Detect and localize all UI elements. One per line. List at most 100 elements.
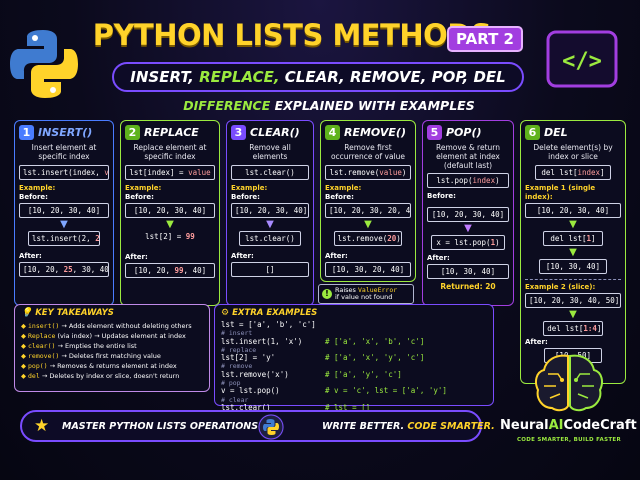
example-label: Example: xyxy=(19,184,56,192)
before-list: [10, 20, 30, 40] xyxy=(231,203,309,218)
takeaways-list: ◆ insert() → Adds element without deletin… xyxy=(21,321,203,381)
operation-box: lst.clear() xyxy=(238,231,302,246)
syntax-box: lst.clear() xyxy=(231,165,309,180)
after-label: After: xyxy=(125,253,148,261)
alert-icon: ! xyxy=(322,289,332,299)
example-label: Example: xyxy=(125,184,162,192)
code-brackets-icon: </> xyxy=(546,30,618,88)
example-label: Example: xyxy=(231,184,268,192)
card-number: 4 xyxy=(325,124,340,140)
operation-box: lst.insert(2, 25) xyxy=(28,231,100,246)
before-label: Before: xyxy=(427,192,456,200)
card-del: 6 DEL Delete element(s) by index or slice… xyxy=(520,120,626,384)
card-pop: 5 POP() Remove & return element at index … xyxy=(422,120,514,306)
ex2-operation-box: del lst[1:4] xyxy=(543,321,603,336)
takeaway-item: ◆ Replace (via index) → Updates element a… xyxy=(21,332,186,340)
after-label: After: xyxy=(231,252,254,260)
arrow-down-icon: ▼ xyxy=(464,223,472,234)
brand-name: NeuralAICodeCraft xyxy=(500,418,637,433)
before-list: [10, 20, 30, 20, 40] xyxy=(325,203,411,218)
code-line: lst = ['a', 'b', 'c'] xyxy=(221,320,316,329)
code-result: # v = 'c', lst = ['a', 'y'] xyxy=(325,386,447,396)
brain-circuit-icon xyxy=(535,354,603,412)
takeaway-item: ◆ pop() → Removes & returns element at in… xyxy=(21,362,177,370)
arrow-down-icon: ▼ xyxy=(569,219,577,230)
before-label: Before: xyxy=(19,193,48,201)
banner-right-text: WRITE BETTER. CODE SMARTER. xyxy=(322,421,495,432)
card-description: Remove first occurrence of value xyxy=(330,143,406,161)
card-description: Replace element at specific index xyxy=(133,143,207,161)
card-description: Delete element(s) by index or slice xyxy=(533,143,613,161)
example-label: Example: xyxy=(325,184,362,192)
card-insert: 1 INSERT() Insert element at specific ind… xyxy=(14,120,114,306)
before-label: Before: xyxy=(325,193,354,201)
ex2-before-list: [10, 20, 30, 40, 50] xyxy=(525,293,621,308)
section-title: EXTRA EXAMPLES xyxy=(232,308,318,318)
card-description: Remove & return element at index (defaul… xyxy=(436,143,500,170)
operation-text: lst[2] = 99 xyxy=(145,232,195,241)
after-label: After: xyxy=(19,252,42,260)
example-2-label: Example 2 (slice): xyxy=(525,283,596,291)
takeaway-item: ◆ clear() → Empties the entire list xyxy=(21,342,137,350)
arrow-down-icon: ▼ xyxy=(166,219,174,230)
python-logo-icon xyxy=(10,30,78,98)
syntax-box: lst.remove(value) xyxy=(325,165,411,180)
after-list: [10, 30, 40] xyxy=(427,264,509,279)
code-result: # ['a', 'y', 'c'] xyxy=(325,369,402,379)
banner-left-text: MASTER PYTHON LISTS OPERATIONS! xyxy=(62,421,263,432)
card-clear: 3 CLEAR() Remove all elements lst.clear()… xyxy=(226,120,314,306)
operation-box: x = lst.pop(1) xyxy=(431,235,505,250)
before-label: Before: xyxy=(231,193,260,201)
syntax-box: lst.pop(index) xyxy=(427,173,509,188)
lightbulb-icon: 💡 xyxy=(21,308,33,318)
syntax-box: lst.insert(index, value) xyxy=(19,165,109,180)
page-title: PYTHON LISTS METHODS xyxy=(92,18,492,52)
arrow-down-icon: ▼ xyxy=(266,219,274,230)
takeaway-item: ◆ del → Deletes by index or slice, doesn'… xyxy=(21,372,180,380)
gear-icon: ⚙ xyxy=(221,308,230,318)
card-number: 3 xyxy=(231,124,246,140)
before-list: [10, 20, 30, 40] xyxy=(125,203,215,218)
example-1-label: Example 1 (single index): xyxy=(525,184,596,201)
arrow-down-icon: ▼ xyxy=(364,219,372,230)
python-logo-icon xyxy=(258,414,284,440)
before-list: [10, 20, 30, 40] xyxy=(19,203,109,218)
arrow-down-icon: ▼ xyxy=(569,247,577,258)
code-block: lst = ['a', 'b', 'c'] # insert lst.insert(… xyxy=(221,320,487,412)
takeaway-item: ◆ remove() → Deletes first matching value xyxy=(21,352,161,360)
card-title: REMOVE() xyxy=(344,125,406,139)
card-number: 5 xyxy=(427,124,442,140)
part-badge: PART 2 xyxy=(447,26,523,52)
before-list: [10, 20, 30, 40] xyxy=(427,207,509,222)
code-line: v = lst.pop() # v = 'c', lst = ['a', 'y'] xyxy=(221,386,447,396)
card-title: CLEAR() xyxy=(250,125,300,139)
section-title: KEY TAKEAWAYS xyxy=(35,308,114,318)
divider xyxy=(525,279,621,280)
card-remove: 4 REMOVE() Remove first occurrence of val… xyxy=(320,120,416,282)
takeaway-item: ◆ insert() → Adds element without deletin… xyxy=(21,322,192,330)
after-list: [10, 30, 20, 40] xyxy=(325,262,411,277)
ex1-operation-box: del lst[1] xyxy=(543,231,603,246)
after-label: After: xyxy=(525,338,548,346)
svg-text:</>: </> xyxy=(562,49,602,74)
card-number: 6 xyxy=(525,124,540,140)
card-title: POP() xyxy=(446,125,482,139)
code-result: # ['a', 'x', 'b', 'c'] xyxy=(325,336,425,346)
extra-examples-panel: ⚙ EXTRA EXAMPLES lst = ['a', 'b', 'c'] # i… xyxy=(214,304,494,412)
brand-tagline: CODE SMARTER, BUILD FASTER xyxy=(516,437,622,443)
card-replace: 2 REPLACE Replace element at specific ind… xyxy=(120,120,220,306)
arrow-down-icon: ▼ xyxy=(60,219,68,230)
ex1-after-list: [10, 30, 40] xyxy=(539,259,607,274)
card-title: REPLACE xyxy=(144,125,199,139)
code-line: lst.remove('x') # ['a', 'y', 'c'] xyxy=(221,369,402,379)
after-list: [] xyxy=(231,262,309,277)
after-list: [10, 20, 25, 30, 40] xyxy=(19,262,109,277)
code-line: lst[2] = 'y' # ['a', 'x', 'y', 'c'] xyxy=(221,353,425,363)
card-title: DEL xyxy=(544,125,568,139)
sub-subtitle: DIFFERENCE EXPLAINED WITH EXAMPLES xyxy=(183,98,475,113)
ex1-before-list: [10, 20, 30, 40] xyxy=(525,203,621,218)
after-list: [10, 20, 99, 40] xyxy=(125,263,215,278)
card-description: Remove all elements xyxy=(249,143,291,161)
card-number: 1 xyxy=(19,124,34,140)
after-label: After: xyxy=(325,252,348,260)
